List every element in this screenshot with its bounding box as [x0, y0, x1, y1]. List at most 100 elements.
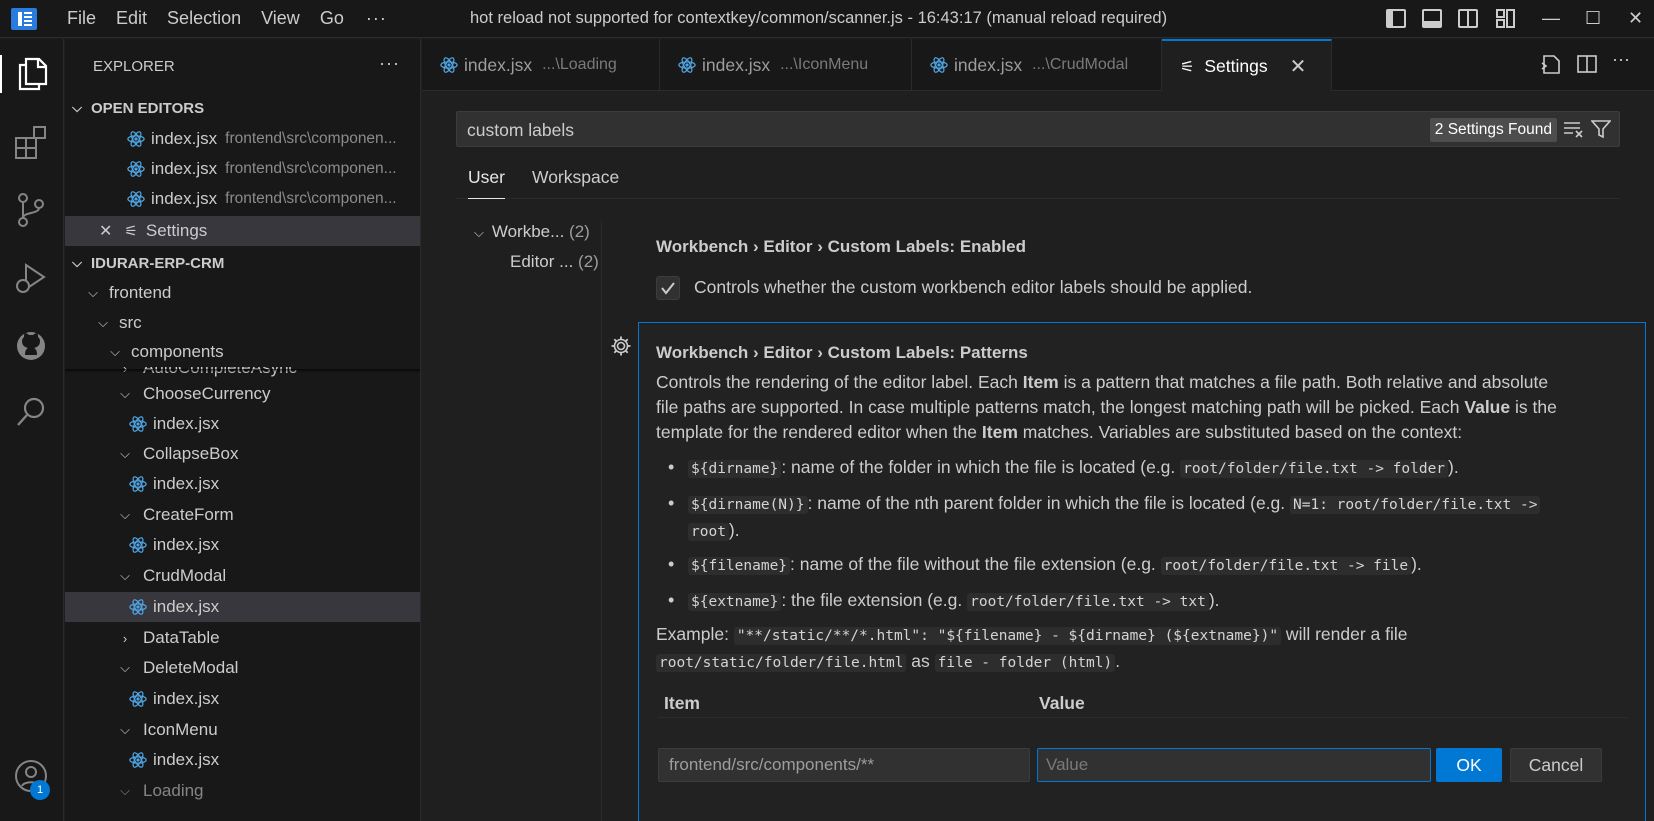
menu-more-icon[interactable]: ··· [366, 8, 387, 29]
setting-title-patterns: Workbench › Editor › Custom Labels: Patt… [656, 343, 1028, 362]
settings-editor: 2 Settings Found User Workspace ⌵Workbe.… [422, 91, 1654, 821]
tab-user[interactable]: User [468, 167, 505, 199]
chevron-down-icon: ⌵ [88, 285, 98, 300]
tree-file-index[interactable]: index.jsx [65, 409, 420, 439]
vscode-logo-icon[interactable] [11, 7, 37, 30]
tree-folder-loading[interactable]: ⌵ Loading [65, 776, 420, 806]
item-input[interactable] [658, 748, 1030, 782]
settings-scope-tabs: User Workspace [456, 159, 1620, 199]
filter-icon[interactable] [1591, 119, 1611, 139]
minimize-icon[interactable]: — [1542, 8, 1560, 29]
table-header-divider [658, 717, 1628, 718]
split-editor-icon[interactable] [1576, 53, 1598, 75]
open-editor-item[interactable]: index.jsx frontend\src\componen... [65, 154, 420, 184]
toggle-secondary-sidebar-icon[interactable] [1458, 9, 1478, 28]
search-icon[interactable] [12, 393, 50, 431]
open-editor-settings[interactable]: ✕ ⚟ Settings [65, 216, 420, 246]
close-window-icon[interactable]: ✕ [1628, 8, 1643, 29]
tree-folder-components[interactable]: ⌵ components [65, 337, 420, 367]
chevron-down-icon: ⌵ [120, 386, 130, 401]
explorer-icon[interactable] [0, 55, 64, 93]
chevron-down-icon: ⌵ [120, 507, 130, 522]
tree-file-index-selected[interactable]: index.jsx [65, 592, 420, 622]
tree-folder-datatable[interactable]: › DataTable [65, 623, 420, 653]
checkmark-icon [661, 282, 675, 295]
menu-selection[interactable]: Selection [167, 8, 241, 29]
tree-file-index[interactable]: index.jsx [65, 469, 420, 499]
chevron-down-icon: ⌵ [120, 722, 130, 737]
clear-filter-icon[interactable] [1563, 120, 1585, 138]
settings-sliders-icon: ⚟ [1180, 58, 1195, 76]
run-debug-icon[interactable] [12, 259, 50, 297]
tab-index-loading[interactable]: index.jsx ...\Loading [422, 39, 660, 91]
chevron-down-icon: ⌵ [98, 315, 108, 330]
explorer-sidebar: EXPLORER ··· ⌵ OPEN EDITORS index.jsx fr… [65, 39, 421, 821]
react-file-icon [129, 752, 147, 768]
toggle-panel-icon[interactable] [1422, 9, 1442, 28]
toc-editor[interactable]: Editor ... (2) [510, 252, 599, 272]
tab-index-crudmodal[interactable]: index.jsx ...\CrudModal [912, 39, 1162, 91]
tree-file-index[interactable]: index.jsx [65, 530, 420, 560]
menu-edit[interactable]: Edit [116, 8, 147, 29]
tree-folder-frontend[interactable]: ⌵ frontend [65, 278, 420, 308]
close-editor-icon[interactable]: ✕ [99, 221, 112, 241]
explorer-more-icon[interactable]: ··· [379, 53, 400, 74]
window-title: hot reload not supported for contextkey/… [470, 9, 1168, 27]
tab-workspace[interactable]: Workspace [532, 167, 619, 198]
ok-button[interactable]: OK [1436, 748, 1502, 782]
settings-found-badge: 2 Settings Found [1429, 118, 1557, 142]
extensions-icon[interactable] [12, 123, 50, 161]
toggle-primary-sidebar-icon[interactable] [1386, 9, 1406, 28]
tree-folder-createform[interactable]: ⌵ CreateForm [65, 500, 420, 530]
react-file-icon [127, 131, 145, 147]
accounts-badge: 1 [30, 780, 50, 800]
open-editor-item[interactable]: index.jsx frontend\src\componen... [65, 184, 420, 214]
tree-folder-crudmodal[interactable]: ⌵ CrudModal [65, 561, 420, 591]
chevron-down-icon: ⌵ [474, 225, 484, 240]
title-bar: File Edit Selection View Go ··· hot relo… [0, 0, 1654, 38]
project-header[interactable]: ⌵ IDURAR-ERP-CRM [65, 248, 420, 278]
value-input[interactable] [1037, 748, 1431, 782]
tree-folder-collapsebox[interactable]: ⌵ CollapseBox [65, 439, 420, 469]
tree-folder-choosecurrency[interactable]: ⌵ ChooseCurrency [65, 379, 420, 409]
tree-folder-src[interactable]: ⌵ src [65, 308, 420, 338]
setting-description-patterns: Controls the rendering of the editor lab… [656, 372, 1557, 442]
tree-folder-iconmenu[interactable]: ⌵ IconMenu [65, 715, 420, 745]
react-file-icon [129, 599, 147, 615]
toc-workbench[interactable]: ⌵ Workbe... (2) [474, 222, 590, 242]
setting-title-enabled: Workbench › Editor › Custom Labels: Enab… [656, 237, 1026, 256]
tree-file-index[interactable]: index.jsx [65, 745, 420, 775]
activity-bar: 1 [0, 39, 64, 821]
toc-divider [601, 221, 602, 821]
settings-search-box[interactable]: 2 Settings Found [456, 111, 1620, 147]
tree-file-index[interactable]: index.jsx [65, 684, 420, 714]
settings-search-input[interactable] [467, 120, 1367, 141]
react-file-icon [129, 537, 147, 553]
more-actions-icon[interactable]: ··· [1612, 49, 1634, 71]
maximize-icon[interactable]: ☐ [1585, 8, 1601, 29]
customize-layout-icon[interactable] [1496, 9, 1516, 28]
chevron-down-icon: ⌵ [120, 783, 130, 798]
open-editor-item[interactable]: index.jsx frontend\src\componen... [65, 124, 420, 154]
source-control-icon[interactable] [12, 191, 50, 229]
sticky-scroll-shadow [65, 369, 420, 373]
column-header-value: Value [1039, 693, 1085, 713]
github-icon[interactable] [12, 327, 50, 365]
react-file-icon [129, 691, 147, 707]
cancel-button[interactable]: Cancel [1510, 748, 1602, 782]
gear-icon[interactable] [610, 335, 632, 357]
open-settings-json-icon[interactable] [1540, 53, 1562, 75]
open-editors-header[interactable]: ⌵ OPEN EDITORS [65, 93, 420, 123]
chevron-right-icon: › [122, 630, 128, 646]
variable-dirname: ${dirname}: name of the folder in which … [668, 455, 1548, 482]
tab-index-iconmenu[interactable]: index.jsx ...\IconMenu [660, 39, 912, 91]
chevron-down-icon: ⌵ [120, 568, 130, 583]
react-file-icon [127, 161, 145, 177]
tree-folder-deletemodal[interactable]: ⌵ DeleteModal [65, 653, 420, 683]
menu-view[interactable]: View [261, 8, 300, 29]
close-tab-icon[interactable]: ✕ [1290, 54, 1307, 79]
menu-file[interactable]: File [67, 8, 96, 29]
enabled-checkbox[interactable] [656, 276, 680, 300]
tab-settings[interactable]: ⚟ Settings ✕ [1162, 39, 1332, 92]
menu-go[interactable]: Go [320, 8, 344, 29]
